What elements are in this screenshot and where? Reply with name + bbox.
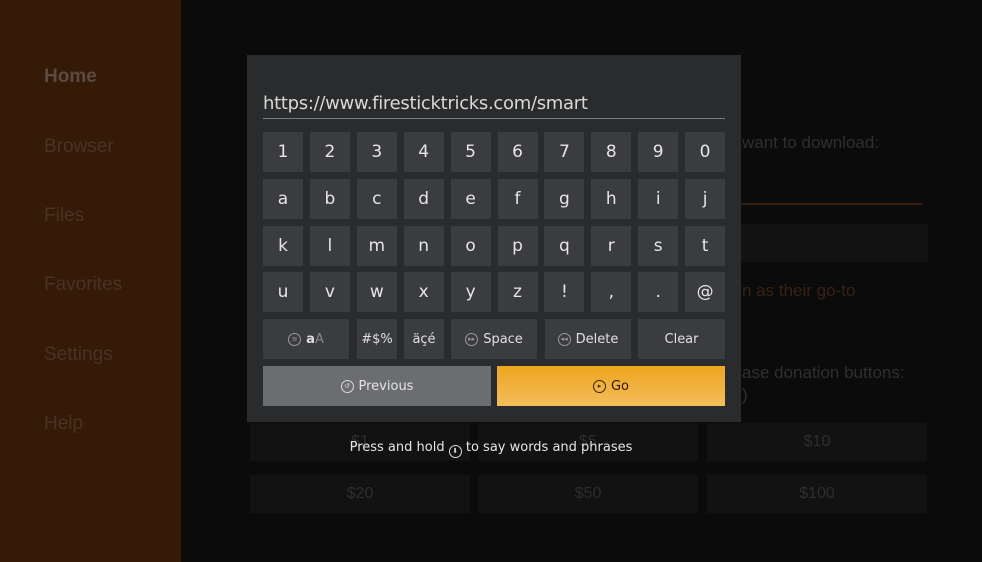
key-2[interactable]: 2 [309,132,350,172]
key-5[interactable]: 5 [450,132,491,172]
microphone-icon: ⬇ [448,444,462,458]
key-c[interactable]: c [356,178,397,219]
key-6[interactable]: 6 [497,132,538,172]
sidebar-item-favorites[interactable]: Favorites [44,274,122,296]
donation-text-2: ) [742,385,748,404]
sidebar: Home Browser Files Favorites Settings He… [0,0,181,562]
key-.[interactable]: . [638,272,679,313]
key-,[interactable]: , [591,272,632,313]
donate-100[interactable]: $100 [707,475,927,513]
key-n[interactable]: n [403,225,444,266]
hint-after: to say words and phrases [465,440,633,455]
key-1[interactable]: 1 [263,132,303,172]
key-b[interactable]: b [309,178,350,219]
key-l[interactable]: l [309,225,350,266]
key-o[interactable]: o [450,225,491,266]
key-7[interactable]: 7 [544,132,585,172]
delete-key[interactable]: ◂◂ Delete [545,319,631,359]
sidebar-item-files[interactable]: Files [44,205,84,227]
delete-label: Delete [575,331,619,347]
key-![interactable]: ! [544,272,585,313]
orange-text: n as their go-to [742,281,856,300]
url-field-underline [740,203,923,205]
accents-key[interactable]: äçé [404,319,444,359]
key-d[interactable]: d [403,178,444,219]
sidebar-item-home[interactable]: Home [44,66,97,88]
download-prompt: want to download: [742,133,880,152]
key-m[interactable]: m [356,225,397,266]
play-pause-icon: ▸ [592,379,606,393]
url-input[interactable]: https://www.firesticktricks.com/smart [263,93,725,119]
go-label: Go [610,378,630,394]
key-@[interactable]: @ [685,272,726,313]
clear-key[interactable]: Clear [638,319,725,359]
key-t[interactable]: t [685,225,726,266]
previous-label: Previous [358,378,414,394]
key-v[interactable]: v [309,272,350,313]
sidebar-item-settings[interactable]: Settings [44,344,113,366]
key-e[interactable]: e [450,178,491,219]
back-icon: ↺ [340,379,354,393]
key-k[interactable]: k [263,225,303,266]
hint-before: Press and hold [349,440,445,455]
voice-hint: Press and hold ⬇ to say words and phrase… [0,440,982,458]
key-p[interactable]: p [497,225,538,266]
key-i[interactable]: i [638,178,679,219]
menu-icon: ≡ [288,332,302,346]
key-0[interactable]: 0 [685,132,726,172]
symbols-key[interactable]: #$% [357,319,397,359]
keyboard-dialog: https://www.firesticktricks.com/smart 12… [247,55,741,422]
key-8[interactable]: 8 [591,132,632,172]
key-f[interactable]: f [497,178,538,219]
space-key[interactable]: ▸▸ Space [451,319,537,359]
key-9[interactable]: 9 [638,132,679,172]
key-q[interactable]: q [544,225,585,266]
donate-50[interactable]: $50 [478,475,698,513]
donate-20[interactable]: $20 [250,475,470,513]
rewind-icon: ◂◂ [557,332,571,346]
donation-text: ase donation buttons: [742,363,905,382]
case-toggle-key[interactable]: ≡ aA [263,319,349,359]
key-u[interactable]: u [263,272,303,313]
sidebar-item-help[interactable]: Help [44,413,83,435]
key-s[interactable]: s [638,225,679,266]
go-button-bg[interactable] [740,224,928,262]
go-button[interactable]: ▸ Go [497,366,725,406]
key-r[interactable]: r [591,225,632,266]
key-h[interactable]: h [591,178,632,219]
key-x[interactable]: x [403,272,444,313]
key-j[interactable]: j [685,178,726,219]
key-4[interactable]: 4 [403,132,444,172]
key-w[interactable]: w [356,272,397,313]
key-3[interactable]: 3 [356,132,397,172]
sidebar-item-browser[interactable]: Browser [44,136,114,158]
space-label: Space [483,331,523,347]
key-g[interactable]: g [544,178,585,219]
key-a[interactable]: a [263,178,303,219]
key-z[interactable]: z [497,272,538,313]
previous-button[interactable]: ↺ Previous [263,366,491,406]
key-y[interactable]: y [450,272,491,313]
case-label: aA [306,331,324,347]
fast-forward-icon: ▸▸ [465,332,479,346]
